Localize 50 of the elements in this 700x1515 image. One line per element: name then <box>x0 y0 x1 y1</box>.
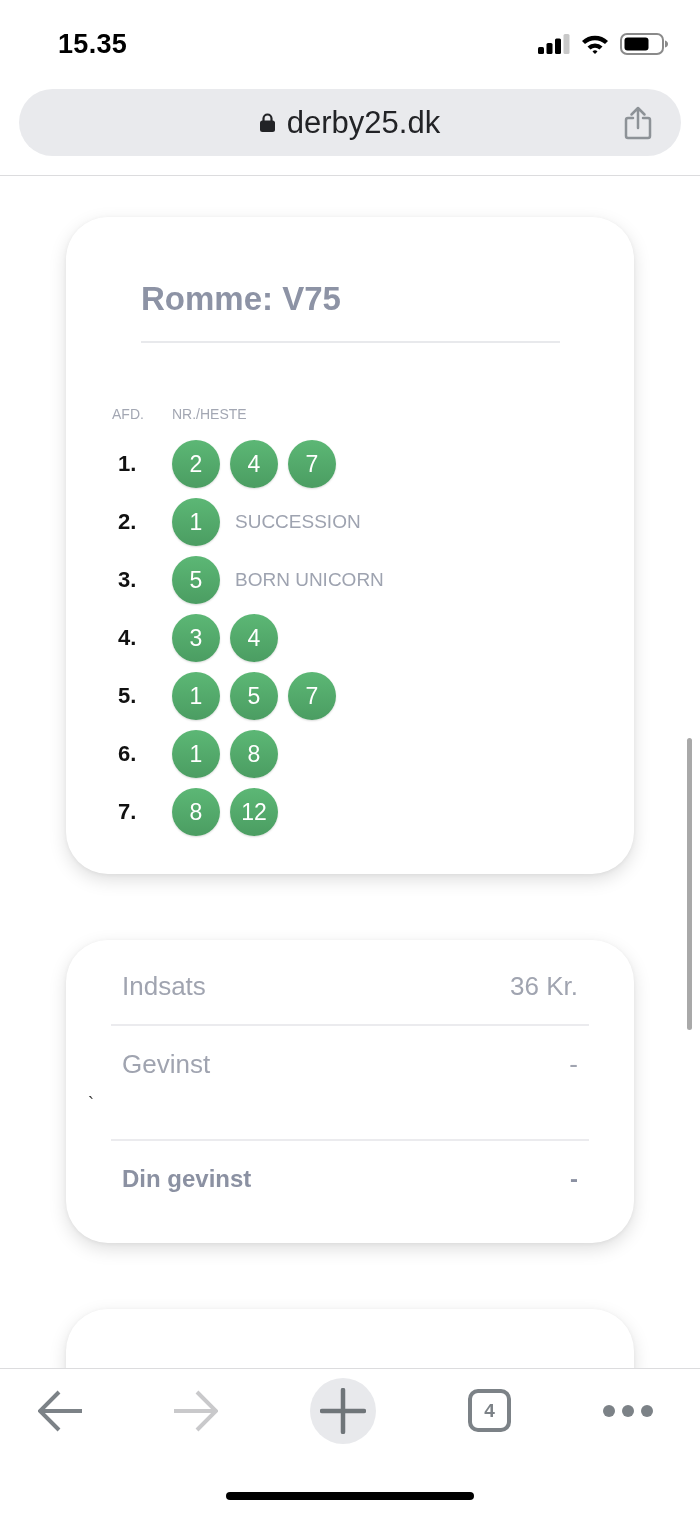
column-header: AFD. <box>112 406 144 422</box>
horse-number-ball: 8 <box>230 730 278 778</box>
horse-number-ball: 4 <box>230 614 278 662</box>
left-arrow-icon <box>38 1389 82 1432</box>
coupon-title: Romme: V75 <box>141 279 341 319</box>
lock-icon <box>259 113 275 132</box>
column-header: NR./HESTE <box>172 406 247 422</box>
horse-number-ball: 4 <box>230 440 278 488</box>
share-button[interactable] <box>624 105 652 140</box>
horse-number-ball: 2 <box>172 440 220 488</box>
horse-number-ball: 3 <box>172 614 220 662</box>
summary-value: - <box>570 1165 578 1193</box>
horse-number-ball: 1 <box>172 672 220 720</box>
battery-icon <box>620 33 668 55</box>
summary-label: Gevinst <box>122 1048 211 1080</box>
plus-icon <box>320 1387 366 1434</box>
status-time: 15.35 <box>58 28 128 60</box>
right-arrow-icon <box>174 1389 218 1432</box>
horse-number-ball: 5 <box>172 556 220 604</box>
horse-number-ball: 1 <box>172 498 220 546</box>
horse-name: BORN UNICORN <box>235 569 384 591</box>
wifi-icon <box>581 34 609 54</box>
horse-number-ball: 7 <box>288 440 336 488</box>
back-button[interactable] <box>38 1389 82 1432</box>
horse-number-ball: 7 <box>288 672 336 720</box>
horse-number-ball: 12 <box>230 788 278 836</box>
tabs-button[interactable]: 4 <box>468 1389 511 1432</box>
leg-number: 6. <box>118 741 137 767</box>
leg-number: 5. <box>118 683 137 709</box>
horse-number-ball: 1 <box>172 730 220 778</box>
leg-number: 4. <box>118 625 137 651</box>
share-icon <box>624 105 652 140</box>
more-icon <box>603 1404 653 1417</box>
summary-label: Indsats <box>122 970 206 1002</box>
backtick-text: ` <box>88 1094 94 1114</box>
leg-number: 3. <box>118 567 137 593</box>
signal-icon <box>538 34 570 54</box>
more-button[interactable] <box>603 1404 653 1417</box>
url-text: derby25.dk <box>286 104 441 141</box>
horse-number-ball: 8 <box>172 788 220 836</box>
address-bar[interactable]: derby25.dk <box>19 89 681 156</box>
summary-label: Din gevinst <box>122 1165 252 1193</box>
leg-number: 2. <box>118 509 137 535</box>
horse-number-ball: 5 <box>230 672 278 720</box>
scrollbar[interactable] <box>687 738 692 1030</box>
leg-number: 1. <box>118 451 137 477</box>
summary-value: 36 Kr. <box>510 970 578 1002</box>
horse-name: SUCCESSION <box>235 511 361 533</box>
summary-value: - <box>569 1048 578 1080</box>
leg-number: 7. <box>118 799 137 825</box>
